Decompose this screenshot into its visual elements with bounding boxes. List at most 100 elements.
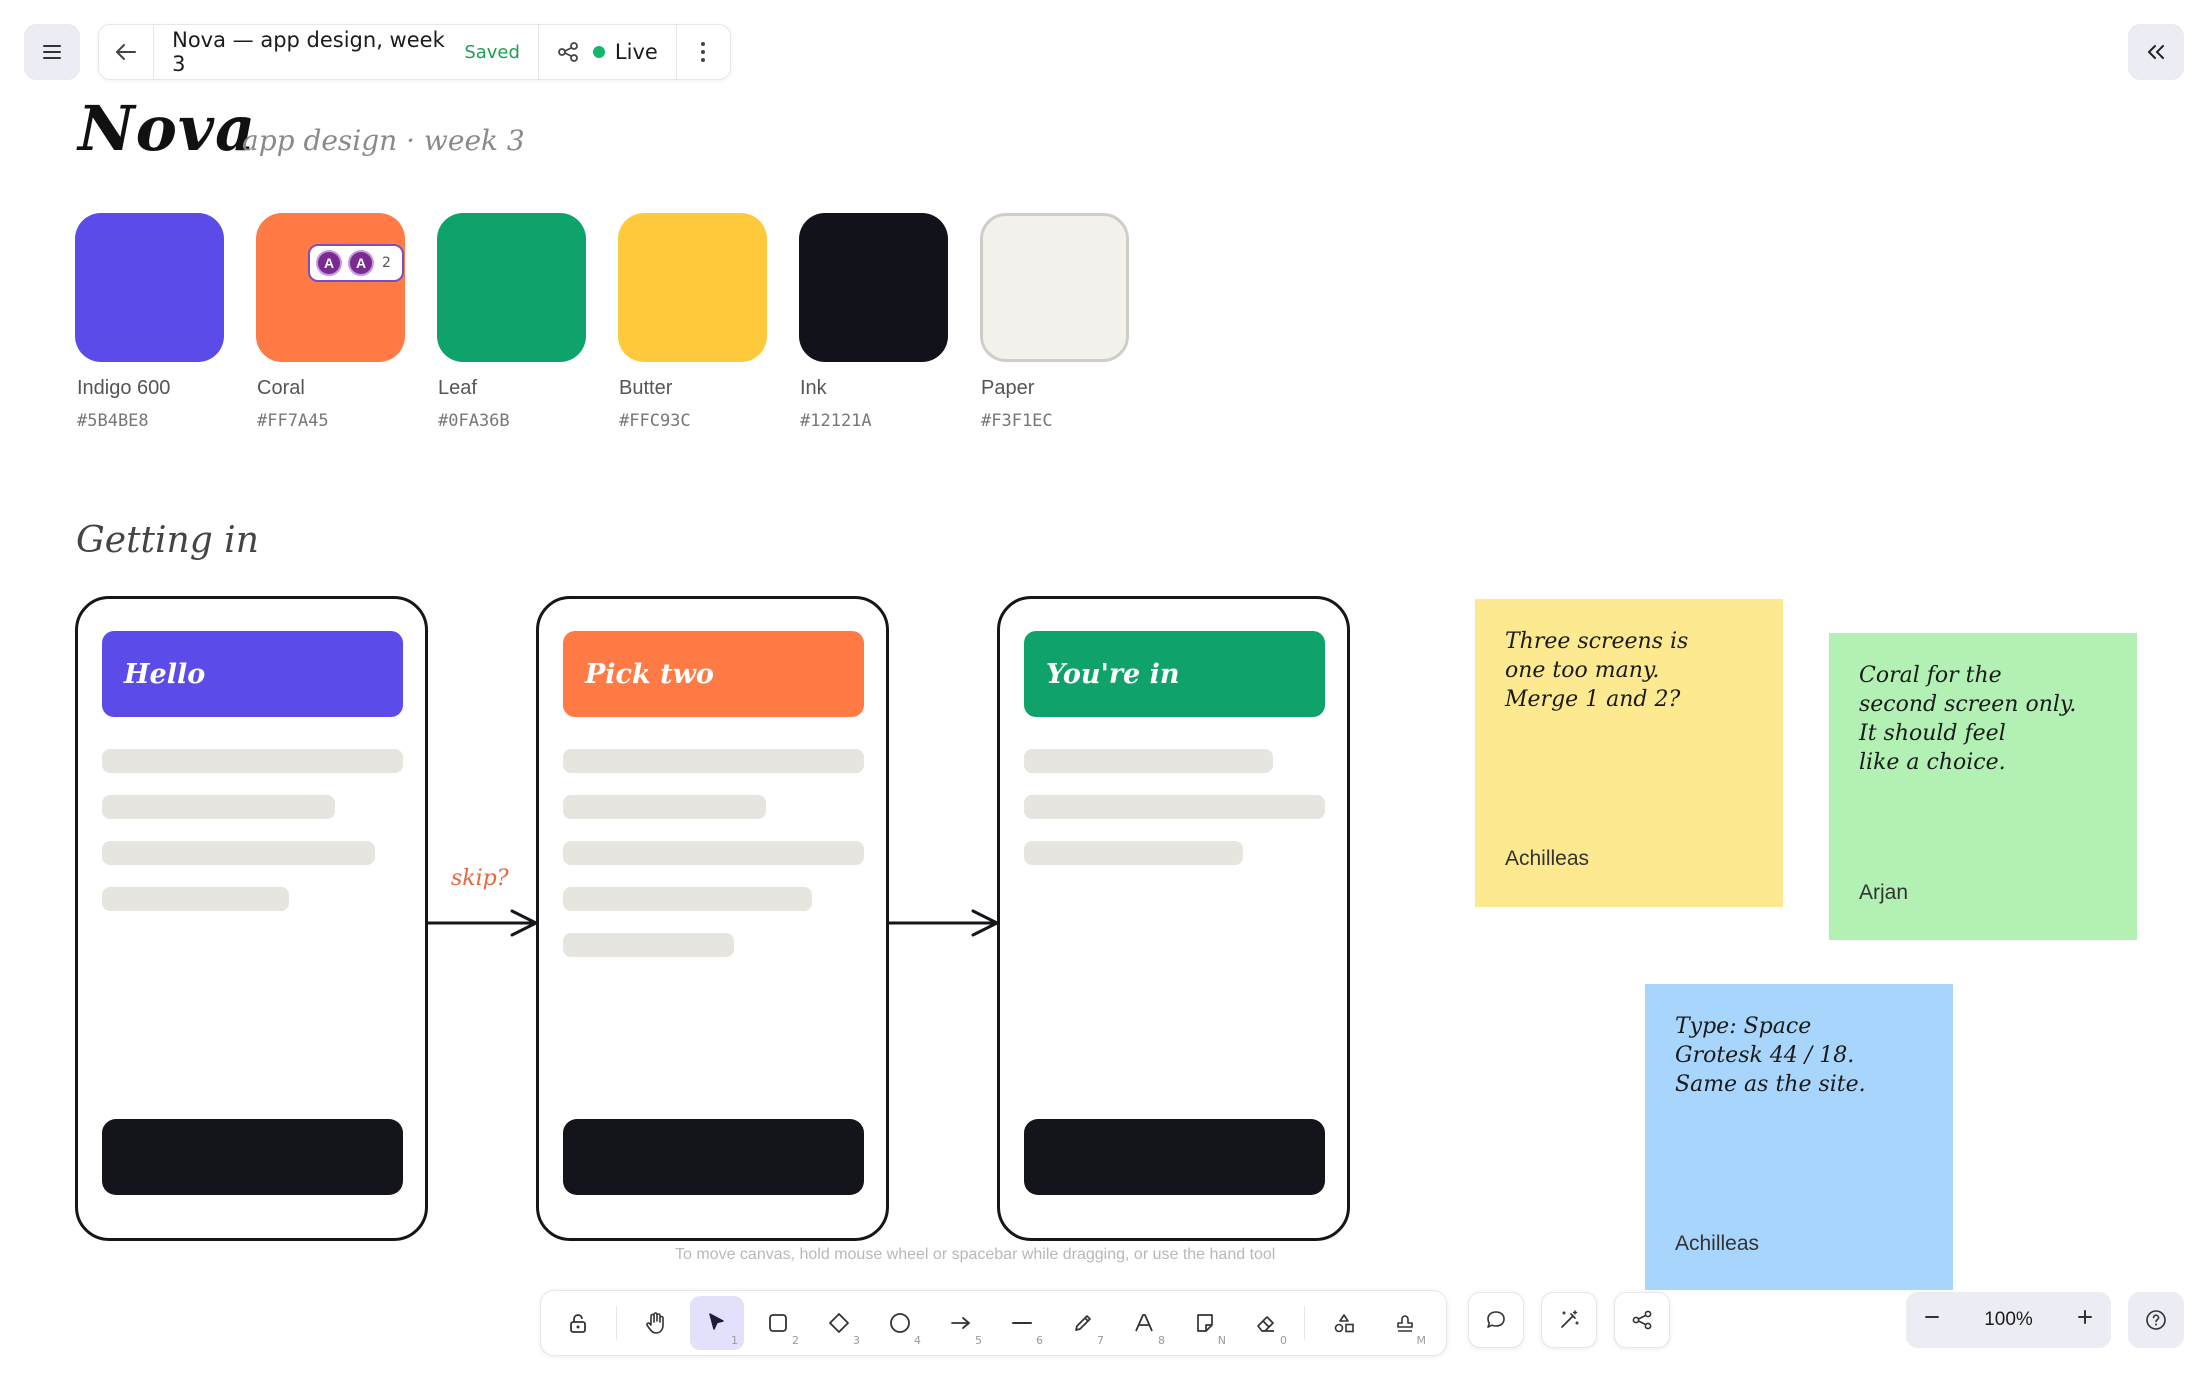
pencil-icon [1075,1315,1091,1331]
arrow-label[interactable]: skip? [451,866,509,891]
avatar: A [316,250,342,276]
placeholder-bar [1024,795,1325,819]
back-button[interactable] [99,25,155,79]
tool-eraser[interactable]: 0 [1239,1296,1293,1350]
screen-frame-1[interactable]: Hello [75,596,428,1241]
tool-shortcut: 8 [1158,1334,1165,1347]
document-title-area[interactable]: Nova — app design, week 3 Saved [154,25,539,79]
live-status-dot [592,46,605,58]
tool-image[interactable]: N [1178,1296,1232,1350]
rectangle-icon [769,1314,787,1332]
share-button[interactable] [1614,1292,1670,1348]
document-toolbar: Nova — app design, week 3 Saved Live [98,24,731,80]
placeholder-bar [102,795,335,819]
help-button[interactable] [2128,1292,2184,1348]
screen-header: Pick two [563,631,864,717]
share-icon [1632,1310,1652,1330]
board-subtitle[interactable]: app design · week 3 [242,124,525,157]
document-title[interactable]: Nova — app design, week 3 [172,28,446,76]
line-icon [1012,1322,1032,1324]
swatch-hex: #F3F1EC [981,411,1053,431]
tool-shortcut: 6 [1036,1334,1043,1347]
swatch-name: Coral [257,377,305,399]
placeholder-bar [563,887,812,911]
screen-frame-3[interactable]: You're in [997,596,1350,1241]
swatch-butter[interactable] [618,213,767,362]
note-author: Achilleas [1675,1232,1760,1255]
tool-shortcut: M [1416,1334,1427,1347]
zoom-level[interactable]: 100% [1984,1309,2033,1331]
placeholder-bar [563,795,766,819]
tool-shortcut: 5 [975,1334,982,1347]
zoom-out-button[interactable] [1924,1309,1940,1331]
note-author: Arjan [1859,881,1909,904]
swatch-ink[interactable] [799,213,948,362]
avatar: A [348,250,374,276]
note-text: Coral for the second screen only. It sho… [1859,663,2077,775]
tool-line[interactable]: 6 [995,1296,1049,1350]
note-text: Type: Space Grotesk 44 / 18. Same as the… [1675,1014,1866,1097]
tool-diamond[interactable]: 3 [812,1296,866,1350]
main-menu-button[interactable] [24,24,80,80]
screen-header: You're in [1024,631,1325,717]
swatch-name: Leaf [438,377,477,399]
screen-button-placeholder [563,1119,864,1195]
tool-shortcut: 7 [1097,1334,1104,1347]
tool-draw[interactable]: 7 [1056,1296,1110,1350]
share-icon [558,42,578,62]
tool-shortcut: N [1217,1334,1226,1347]
placeholder-bar [563,749,864,773]
board-title[interactable]: Nova [78,92,256,165]
placeholder-bar [563,933,734,957]
placeholder-bar [102,887,289,911]
tool-arrow[interactable]: 5 [934,1296,988,1350]
swatch-leaf[interactable] [437,213,586,362]
swatch-indigo-600[interactable] [75,213,224,362]
minus-icon [1925,1316,1939,1318]
flow-arrow-2[interactable] [887,900,1003,950]
image-icon [1197,1314,1213,1332]
sticky-note[interactable]: Type: Space Grotesk 44 / 18. Same as the… [1645,984,1953,1290]
tool-shortcut: 3 [853,1334,860,1347]
shapes-library-icon [1334,1314,1354,1333]
tool-shortcut: 2 [792,1334,799,1347]
tool-hand[interactable] [629,1296,683,1350]
flow-arrow-1[interactable] [426,900,542,950]
tool-selection[interactable]: 1 [690,1296,744,1350]
tool-shapes-library[interactable] [1317,1296,1371,1350]
tool-rectangle[interactable]: 2 [751,1296,805,1350]
collaborator-badge[interactable]: A A 2 [308,244,404,282]
collapse-sidebar-button[interactable] [2128,24,2184,80]
swatch-name: Ink [800,377,827,399]
tool-shortcut: 4 [914,1334,921,1347]
comments-button[interactable] [1468,1292,1524,1348]
screen-frame-2[interactable]: Pick two [536,596,889,1241]
screen-button-placeholder [1024,1119,1325,1195]
collaborator-count: 2 [382,255,391,271]
tool-shortcut: 1 [731,1334,738,1347]
tool-stamp[interactable]: M [1378,1296,1432,1350]
section-heading[interactable]: Getting in [76,520,259,561]
placeholder-bar [1024,749,1273,773]
zoom-in-button[interactable] [2077,1309,2093,1331]
magic-button[interactable] [1541,1292,1597,1348]
toolbar-divider [1304,1306,1305,1340]
tool-lock[interactable] [551,1296,605,1350]
tool-shortcut: 0 [1280,1334,1287,1347]
sticky-note[interactable]: Coral for the second screen only. It sho… [1829,633,2137,940]
sticky-note[interactable]: Three screens is one too many. Merge 1 a… [1475,599,1783,907]
arrow-icon [951,1317,970,1329]
live-collaboration-button[interactable]: Live [539,25,677,79]
chevrons-left-icon [2148,45,2164,59]
screen-header: Hello [102,631,403,717]
more-options-button[interactable] [677,25,730,79]
swatch-coral[interactable] [256,213,405,362]
note-text: Three screens is one too many. Merge 1 a… [1505,629,1689,712]
swatch-paper[interactable] [980,213,1129,362]
plus-icon [2077,1310,2092,1324]
tool-ellipse[interactable]: 4 [873,1296,927,1350]
ellipse-icon [890,1313,910,1333]
hand-icon [646,1312,664,1334]
tool-text[interactable]: 8 [1117,1296,1171,1350]
drawing-toolbar: 1 2 3 4 5 6 7 8 N 0 M [540,1290,1447,1356]
